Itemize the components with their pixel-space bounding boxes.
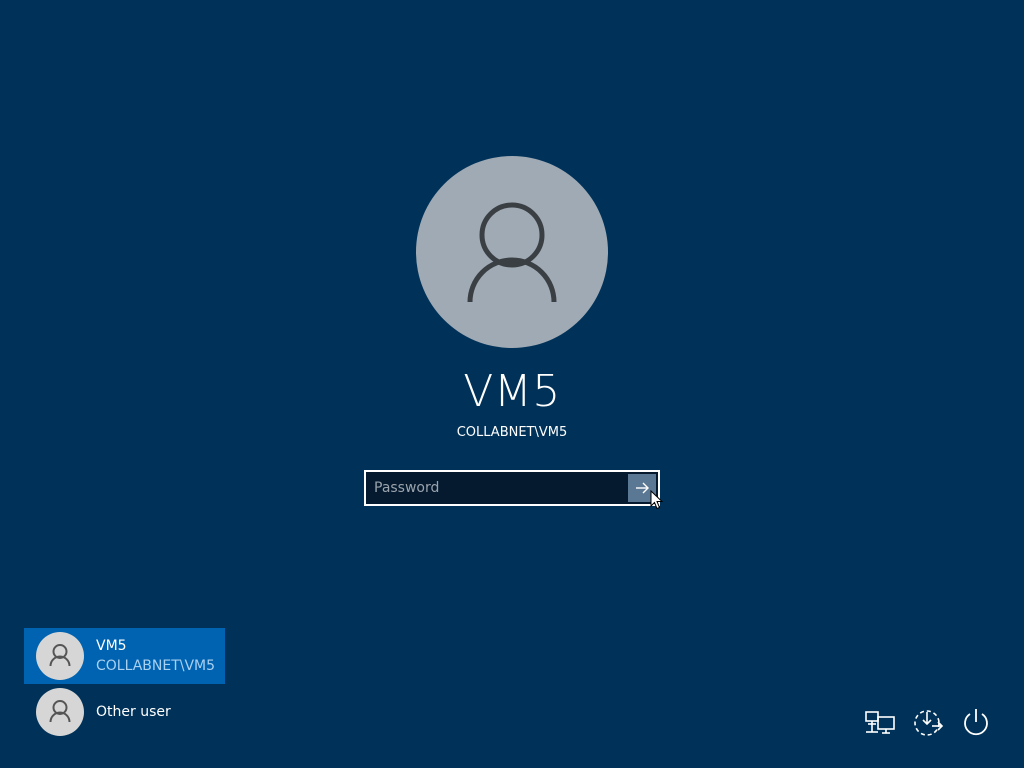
user-icon: [467, 202, 557, 303]
power-button[interactable]: [960, 706, 992, 738]
network-button[interactable]: [864, 706, 896, 738]
user-list-item-other-user[interactable]: Other user: [24, 684, 225, 740]
user-list-domain: COLLABNET\VM5: [96, 658, 216, 674]
ease-of-access-icon: [914, 710, 944, 736]
ease-of-access-button[interactable]: [912, 706, 944, 738]
user-name: VM5: [463, 366, 561, 417]
user-avatar: [416, 156, 608, 348]
password-box: [364, 470, 660, 506]
user-list-avatar: [36, 688, 84, 736]
user-icon: [49, 700, 71, 723]
user-list-avatar: [36, 632, 84, 680]
user-icon: [49, 644, 71, 667]
power-icon: [964, 709, 988, 736]
user-list-name: VM5: [96, 638, 127, 654]
password-input[interactable]: [366, 472, 628, 504]
user-domain: COLLABNET\VM5: [456, 425, 568, 440]
user-list-name: Other user: [96, 704, 171, 720]
arrow-right-icon: [636, 482, 649, 494]
user-list-item-vm5[interactable]: VM5 COLLABNET\VM5: [24, 628, 225, 684]
network-icon: [865, 711, 895, 734]
mouse-cursor-icon: [650, 490, 664, 510]
